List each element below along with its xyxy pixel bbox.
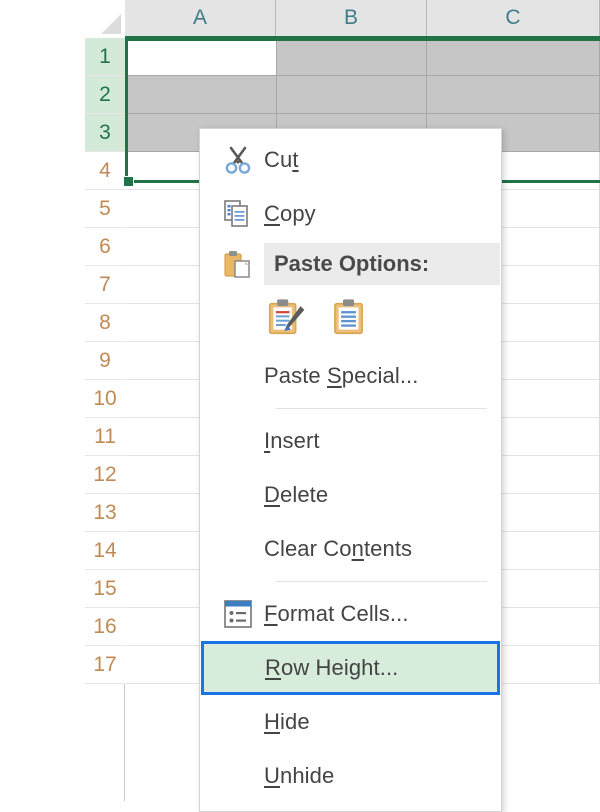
clipboard-icon xyxy=(212,243,264,285)
menu-item-label: Paste Special... xyxy=(264,363,418,389)
row-header-label: 9 xyxy=(99,349,111,373)
clipboard-values-icon xyxy=(330,295,372,342)
grid-cell-C2[interactable] xyxy=(427,76,600,114)
menu-item-cut[interactable]: Cut xyxy=(200,133,501,187)
row-header-label: 3 xyxy=(99,121,111,145)
menu-item-icon-slot xyxy=(212,529,264,569)
menu-item-clear-contents[interactable]: Clear Contents xyxy=(200,522,501,576)
row-header-label: 16 xyxy=(93,615,116,639)
row-header-label: 5 xyxy=(99,197,111,221)
row-header-label: 17 xyxy=(93,653,116,677)
select-all-triangle-icon xyxy=(101,14,121,34)
menu-item-icon-slot xyxy=(212,475,264,515)
row-header-11[interactable]: 11 xyxy=(85,418,125,456)
menu-item-delete[interactable]: Delete xyxy=(200,468,501,522)
menu-item-label: Format Cells... xyxy=(264,601,409,627)
menu-header-paste-options: Paste Options: xyxy=(200,241,501,287)
menu-item-label: Copy xyxy=(264,201,316,227)
row-header-label: 11 xyxy=(94,425,116,449)
cell-context-menu[interactable]: Cut Copy Paste Options: xyxy=(199,128,502,812)
menu-item-icon-slot xyxy=(212,756,264,796)
row-header-label: 14 xyxy=(93,539,116,563)
fill-handle[interactable] xyxy=(123,176,134,187)
menu-separator xyxy=(276,408,487,409)
select-all-corner[interactable] xyxy=(85,0,125,38)
row-header-1[interactable]: 1 xyxy=(85,38,125,76)
paste-formatting-button[interactable] xyxy=(264,295,310,341)
menu-header-label: Paste Options: xyxy=(274,251,429,277)
row-header-10[interactable]: 10 xyxy=(85,380,125,418)
menu-item-hide[interactable]: Hide xyxy=(200,695,501,749)
grid-row xyxy=(126,76,600,114)
row-header-5[interactable]: 5 xyxy=(85,190,125,228)
menu-item-icon-slot xyxy=(213,648,265,688)
menu-item-icon-slot xyxy=(212,356,264,396)
menu-item-label: Row Height... xyxy=(265,655,398,681)
row-header-label: 10 xyxy=(93,387,116,411)
column-header-label: B xyxy=(344,6,358,30)
menu-item-format-cells[interactable]: Format Cells... xyxy=(200,587,501,641)
menu-item-paste-special[interactable]: Paste Special... xyxy=(200,349,501,403)
row-header-3[interactable]: 3 xyxy=(85,114,125,152)
paste-options-band: Paste Options: xyxy=(264,243,500,285)
menu-item-unhide[interactable]: Unhide xyxy=(200,749,501,803)
menu-item-label: Cut xyxy=(264,147,299,173)
row-header-label: 2 xyxy=(99,83,111,107)
row-header-16[interactable]: 16 xyxy=(85,608,125,646)
row-header-15[interactable]: 15 xyxy=(85,570,125,608)
grid-cell-B2[interactable] xyxy=(277,76,428,114)
column-header-a[interactable]: A xyxy=(125,0,276,36)
column-header-b[interactable]: B xyxy=(276,0,427,36)
row-header-8[interactable]: 8 xyxy=(85,304,125,342)
row-header-2[interactable]: 2 xyxy=(85,76,125,114)
row-header-label: 1 xyxy=(99,45,111,69)
row-header-17[interactable]: 17 xyxy=(85,646,125,684)
column-header-row: A B C xyxy=(125,0,600,38)
row-header-14[interactable]: 14 xyxy=(85,532,125,570)
menu-item-copy[interactable]: Copy xyxy=(200,187,501,241)
column-header-label: C xyxy=(505,6,520,30)
menu-item-label: Unhide xyxy=(264,763,334,789)
clipboard-brush-icon xyxy=(266,295,308,342)
menu-item-icon-slot xyxy=(212,702,264,742)
row-header-label: 7 xyxy=(99,273,111,297)
row-header-label: 8 xyxy=(99,311,111,335)
row-header-label: 13 xyxy=(93,501,116,525)
menu-item-insert[interactable]: Insert xyxy=(200,414,501,468)
paste-values-button[interactable] xyxy=(328,295,374,341)
menu-item-icon-slot xyxy=(212,421,264,461)
grid-cell-A2[interactable] xyxy=(126,76,277,114)
menu-item-label: Insert xyxy=(264,428,320,454)
grid-cell-B1[interactable] xyxy=(277,38,428,76)
row-header-6[interactable]: 6 xyxy=(85,228,125,266)
row-header-column: 1234567891011121314151617 xyxy=(85,38,125,801)
menu-item-label: Hide xyxy=(264,709,310,735)
row-header-label: 15 xyxy=(93,577,116,601)
format-cells-icon xyxy=(212,594,264,634)
scissors-icon xyxy=(212,140,264,180)
grid-row xyxy=(126,38,600,76)
menu-item-label: Clear Contents xyxy=(264,536,412,562)
grid-cell-A1[interactable] xyxy=(126,38,277,76)
row-header-13[interactable]: 13 xyxy=(85,494,125,532)
paste-options-buttons xyxy=(200,287,501,349)
row-header-7[interactable]: 7 xyxy=(85,266,125,304)
column-header-label: A xyxy=(193,6,207,30)
column-header-c[interactable]: C xyxy=(427,0,600,36)
menu-separator xyxy=(276,581,487,582)
menu-item-label: Delete xyxy=(264,482,328,508)
row-header-12[interactable]: 12 xyxy=(85,456,125,494)
copy-documents-icon xyxy=(212,194,264,234)
menu-item-row-height[interactable]: Row Height... xyxy=(201,641,500,695)
row-header-label: 6 xyxy=(99,235,111,259)
row-header-4[interactable]: 4 xyxy=(85,152,125,190)
row-header-label: 12 xyxy=(93,463,116,487)
row-header-label: 4 xyxy=(99,159,111,183)
row-header-9[interactable]: 9 xyxy=(85,342,125,380)
grid-cell-C1[interactable] xyxy=(427,38,600,76)
